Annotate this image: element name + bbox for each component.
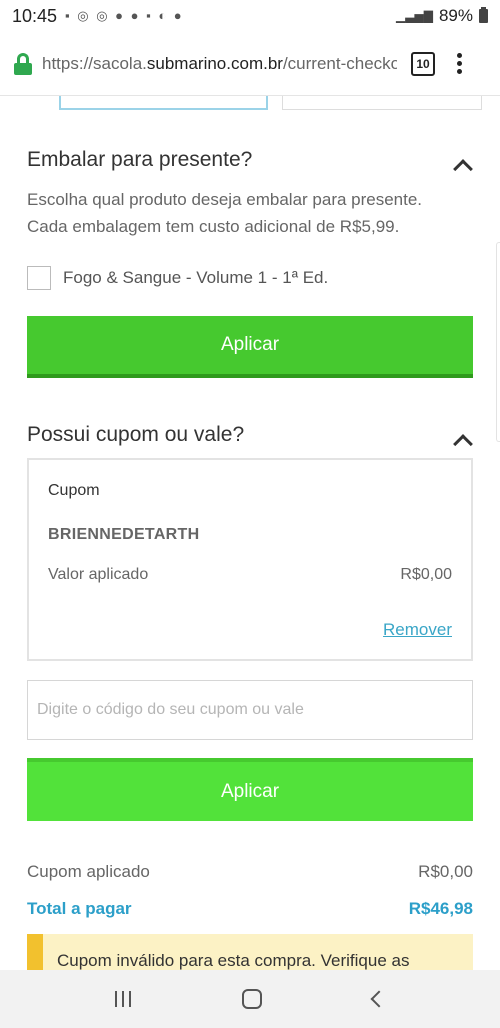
status-time: 10:45 — [12, 5, 58, 26]
checkout-content: Embalar para presente? Escolha qual prod… — [0, 96, 500, 970]
gift-product-label[interactable]: Fogo & Sangue - Volume 1 - 1ª Ed. — [63, 268, 328, 288]
remove-coupon-link[interactable]: Remover — [383, 620, 452, 640]
total-value: R$46,98 — [408, 899, 473, 918]
chevron-up-icon[interactable] — [453, 434, 473, 454]
chevron-up-icon[interactable] — [453, 159, 473, 179]
gift-apply-button[interactable]: Aplicar — [27, 316, 473, 378]
url-domain: submarino.com.br — [146, 53, 283, 73]
total-label: Total a pagar — [27, 899, 132, 918]
shipping-option[interactable] — [282, 96, 482, 110]
coupon-code-input[interactable] — [27, 680, 473, 740]
browser-address-bar: https://sacola.submarino.com.br/current-… — [0, 32, 500, 96]
gift-section-title: Embalar para presente? — [27, 148, 253, 171]
status-right: ▁▃▅▇ 89% — [396, 6, 488, 26]
coupon-label: Cupom — [48, 482, 100, 499]
lock-icon[interactable] — [14, 52, 32, 75]
notification-icons: ▪ ◎ ◎ ● ● ▪ ◐ ● — [65, 8, 184, 23]
gift-description: Escolha qual produto deseja embalar para… — [27, 190, 423, 236]
home-icon[interactable] — [241, 989, 262, 1009]
battery-icon — [479, 7, 488, 23]
coupon-apply-button[interactable]: Aplicar — [27, 758, 473, 821]
shipping-option-selected[interactable] — [59, 96, 268, 110]
alert-message: Cupom inválido para esta compra. Verifiq… — [57, 951, 410, 970]
coupon-applied-value: R$0,00 — [418, 862, 473, 881]
gift-product-checkbox[interactable] — [27, 266, 51, 290]
signal-icon: ▁▃▅▇ — [396, 9, 433, 23]
recents-icon[interactable] — [115, 991, 132, 1007]
coupon-applied-label: Cupom aplicado — [27, 862, 150, 881]
status-bar: 10:45 ▪ ◎ ◎ ● ● ▪ ◐ ● ▁▃▅▇ 89% — [0, 0, 500, 32]
coupon-section-title: Possui cupom ou vale? — [27, 423, 245, 446]
back-icon[interactable] — [370, 990, 388, 1008]
battery-level: 89% — [438, 6, 473, 25]
scroll-indicator[interactable] — [496, 242, 500, 442]
coupon-code: BRIENNEDETARTH — [48, 526, 200, 543]
applied-coupon-card: Cupom BRIENNEDETARTH Valor aplicado R$0,… — [27, 458, 473, 661]
browser-menu-icon[interactable] — [457, 53, 462, 74]
url-path: /current-checkout — [282, 53, 397, 73]
coupon-value-label: Valor aplicado — [48, 566, 149, 583]
android-nav-bar — [0, 970, 500, 1028]
tabs-count-button[interactable]: 10 — [411, 51, 435, 76]
invalid-coupon-alert: Cupom inválido para esta compra. Verifiq… — [27, 934, 473, 970]
url-field[interactable]: https://sacola.submarino.com.br/current-… — [42, 54, 397, 74]
url-prefix: https://sacola. — [42, 53, 147, 73]
coupon-value: R$0,00 — [400, 566, 452, 583]
